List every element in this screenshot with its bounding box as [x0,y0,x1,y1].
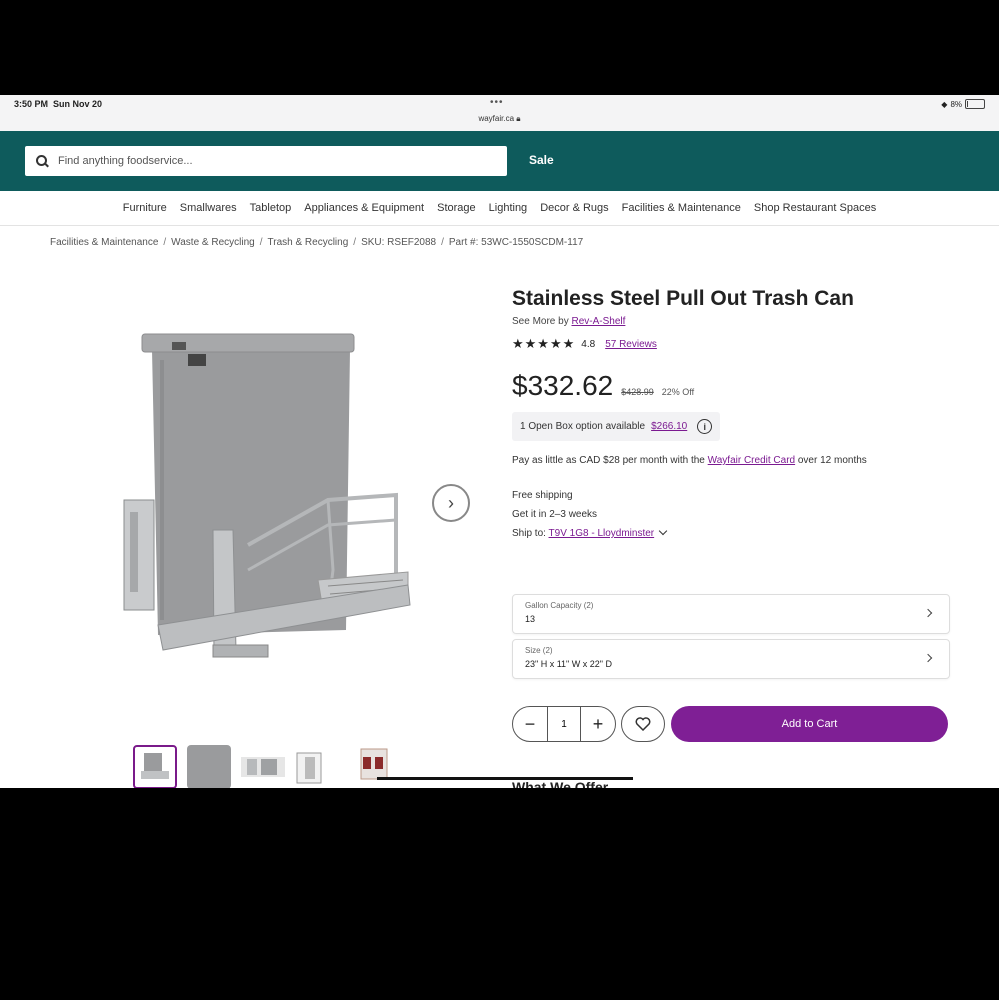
product-details: Stainless Steel Pull Out Trash Can See M… [512,287,952,543]
product-image[interactable] [118,320,418,685]
nav-item-storage[interactable]: Storage [437,202,476,214]
credit-card-link[interactable]: Wayfair Credit Card [708,455,795,466]
open-box-price-link[interactable]: $266.10 [651,421,687,432]
sale-link[interactable]: Sale [529,153,554,167]
breadcrumb-facilities[interactable]: Facilities & Maintenance [50,237,158,248]
thumbnail-1[interactable] [133,745,177,788]
financing-text: Pay as little as CAD $28 per month with … [512,451,932,470]
date-text: Sun Nov 20 [53,99,103,109]
battery-percent: 8% [950,99,962,109]
option-value: 13 [525,614,536,624]
nav-item-decor-rugs[interactable]: Decor & Rugs [540,202,608,214]
reviews-link[interactable]: 57 Reviews [605,339,657,350]
search-box[interactable] [25,146,507,176]
free-shipping-text: Free shipping [512,490,573,501]
browser-screen: 3:50 PM Sun Nov 20 ••• wayfair.ca 🔒︎ ◆ 8… [0,95,999,788]
lock-icon: 🔒︎ [516,114,521,123]
nav-item-appliances[interactable]: Appliances & Equipment [304,202,424,214]
breadcrumb-separator: / [353,237,357,248]
nav-item-lighting[interactable]: Lighting [489,202,528,214]
thumbnail-2[interactable] [187,745,231,788]
quantity-input[interactable] [547,707,581,741]
breadcrumb-part: Part #: 53WC-1550SCDM-117 [448,237,584,248]
url-bar[interactable]: wayfair.ca 🔒︎ [0,114,999,124]
see-more-label: See More by [512,316,569,327]
nav-item-restaurant-spaces[interactable]: Shop Restaurant Spaces [754,202,876,214]
rating-row: ★★★★★ 4.8 57 Reviews [512,336,952,352]
brand-link[interactable]: Rev-A-Shelf [571,316,625,327]
sale-price: $332.62 [512,370,614,401]
rating-value: 4.8 [581,338,596,350]
wifi-icon: ◆ [941,99,948,109]
chevron-right-icon: › [448,492,454,513]
financing-suffix: over 12 months [797,455,867,466]
shipping-info: Free shipping Get it in 2–3 weeks Ship t… [512,486,952,543]
chevron-right-icon [923,608,933,618]
url-text[interactable]: wayfair.ca [478,114,514,123]
site-header: Sale [0,131,999,191]
nav-item-tabletop[interactable]: Tabletop [250,202,292,214]
time-text: 3:50 PM [14,99,49,109]
info-icon[interactable]: i [697,419,713,434]
status-time: 3:50 PM Sun Nov 20 [14,99,102,109]
breadcrumb-waste[interactable]: Waste & Recycling [171,237,255,248]
product-title: Stainless Steel Pull Out Trash Can [512,287,854,310]
status-bar: 3:50 PM Sun Nov 20 ••• wayfair.ca 🔒︎ ◆ 8… [0,95,999,131]
option-label: Size (2) [525,646,553,655]
open-box-text: 1 Open Box option available [520,421,646,432]
star-rating-icon: ★★★★★ [512,336,576,351]
size-selector[interactable]: Size (2) 23" H x 11" W x 22" D [512,639,950,679]
ship-to-row: Ship to: T9V 1G8 - Lloydminster [512,524,952,543]
add-to-cart-button[interactable]: Add to Cart [671,706,948,742]
option-label: Gallon Capacity (2) [525,601,594,610]
breadcrumb-trash[interactable]: Trash & Recycling [268,237,349,248]
quantity-stepper: − + [512,706,616,742]
thumbnail-strip [133,745,393,788]
nav-item-smallwares[interactable]: Smallwares [180,202,237,214]
search-icon[interactable] [36,155,49,168]
delivery-estimate: Get it in 2–3 weeks [512,509,598,520]
heart-icon [635,717,651,731]
original-price: $428.99 [621,387,654,397]
breadcrumb-separator: / [259,237,263,248]
brand-line: See More by Rev-A-Shelf [512,316,952,327]
thumbnail-5[interactable] [349,745,393,788]
increment-button[interactable]: + [581,714,615,735]
nav-item-facilities[interactable]: Facilities & Maintenance [622,202,741,214]
financing-prefix: Pay as little as CAD $28 per month with … [512,455,705,466]
breadcrumb-separator: / [441,237,444,248]
search-input[interactable] [56,154,490,168]
ship-to-location-link[interactable]: T9V 1G8 - Lloydminster [549,528,655,539]
next-section-heading: What We Offer [512,779,609,788]
battery-icon [965,99,985,109]
ship-to-label: Ship to: [512,528,546,539]
category-nav: Furniture Smallwares Tabletop Appliances… [0,191,999,226]
gallon-capacity-selector[interactable]: Gallon Capacity (2) 13 [512,594,950,634]
price-row: $332.62 $428.99 22% Off [512,370,952,402]
battery-fill [967,101,968,107]
thumbnail-4[interactable] [295,745,339,788]
more-dots-icon[interactable]: ••• [490,97,504,108]
breadcrumb: Facilities & Maintenance / Waste & Recycli… [50,237,583,248]
open-box-banner: 1 Open Box option available $266.10 i [512,412,721,441]
battery-indicator: ◆ 8% [941,99,985,109]
chevron-right-icon [923,653,933,663]
decrement-button[interactable]: − [513,714,547,735]
thumbnail-3[interactable] [241,745,285,788]
option-value: 23" H x 11" W x 22" D [525,659,612,669]
breadcrumb-separator: / [163,237,167,248]
breadcrumb-sku: SKU: RSEF2088 [361,237,437,248]
next-image-button[interactable]: › [432,484,470,522]
nav-item-furniture[interactable]: Furniture [123,202,167,214]
favorite-button[interactable] [621,706,665,742]
chevron-down-icon[interactable] [658,526,668,536]
discount-badge: 22% Off [661,387,695,397]
